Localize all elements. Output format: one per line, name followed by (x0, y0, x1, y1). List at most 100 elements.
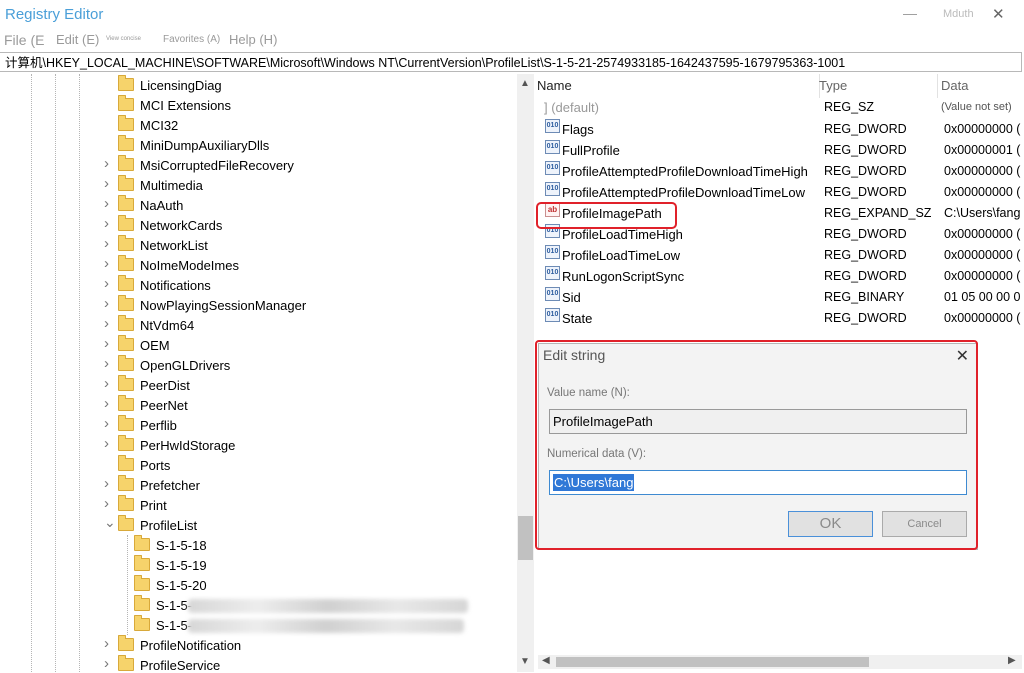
tree-item[interactable]: ProfileNotification (118, 635, 241, 656)
column-header-type[interactable]: Type (819, 74, 938, 98)
binary-value-icon: 010 (545, 119, 560, 133)
value-name: Sid (562, 290, 581, 305)
chevron-right-icon[interactable]: › (104, 295, 109, 312)
tree-item[interactable]: OpenGLDrivers (118, 355, 230, 376)
folder-icon (118, 175, 134, 191)
value-row[interactable]: 010 Sid REG_BINARY 01 05 00 00 0 (535, 287, 1024, 308)
tree-item[interactable]: ProfileService (118, 655, 220, 672)
tree-item[interactable]: Print (118, 495, 167, 516)
chevron-right-icon[interactable]: › (104, 235, 109, 252)
menu-file[interactable]: File (E (4, 32, 44, 48)
column-header-data[interactable]: Data (941, 74, 1024, 98)
close-window-button[interactable]: ✕ (992, 5, 1005, 23)
chevron-right-icon[interactable]: › (104, 435, 109, 452)
menu-view[interactable]: View concise (106, 36, 141, 42)
value-row[interactable]: ] (default) REG_SZ (Value not set) (535, 97, 1024, 118)
binary-value-icon: 010 (545, 266, 560, 280)
value-row[interactable]: 010 ProfileAttemptedProfileDownloadTimeLo… (535, 182, 1024, 203)
value-row[interactable]: 010 ProfileLoadTimeLow REG_DWORD 0x00000000… (535, 245, 1024, 266)
tree-item-label: Print (140, 498, 167, 513)
values-horizontal-scrollbar[interactable]: ◀ ▶ (538, 655, 1022, 669)
binary-value-icon: 010 (545, 182, 560, 196)
scrollbar-thumb[interactable] (556, 657, 869, 667)
scroll-up-icon[interactable]: ▲ (520, 78, 530, 89)
chevron-right-icon[interactable]: › (104, 415, 109, 432)
value-row[interactable]: 010 ProfileAttemptedProfileDownloadTimeHi… (535, 161, 1024, 182)
registry-tree[interactable]: LicensingDiag MCI Extensions MCI32 MiniDump… (0, 74, 518, 672)
tree-item-label: PeerDist (140, 378, 190, 393)
chevron-right-icon[interactable]: › (104, 255, 109, 272)
tree-item[interactable]: OEM (118, 335, 170, 356)
value-data: 0x00000000 ( (944, 164, 1021, 178)
tree-vertical-scrollbar[interactable]: ▲ ▼ (517, 74, 534, 672)
tree-item[interactable]: NtVdm64 (118, 315, 194, 336)
chevron-right-icon[interactable]: › (104, 655, 109, 672)
value-type: REG_DWORD (824, 122, 907, 136)
chevron-right-icon[interactable]: › (104, 155, 109, 172)
tree-item[interactable]: S-1-5-18 (134, 535, 207, 556)
redacted-sid (188, 619, 464, 633)
menu-edit[interactable]: Edit (E) (56, 32, 99, 47)
chevron-right-icon[interactable]: › (104, 395, 109, 412)
tree-item[interactable]: S-1-5- (134, 595, 193, 616)
value-type: REG_SZ (824, 100, 875, 114)
tree-item[interactable]: NoImeModeImes (118, 255, 239, 276)
tree-item[interactable]: PeerDist (118, 375, 190, 396)
tree-item[interactable]: LicensingDiag (118, 75, 222, 96)
minimize-button[interactable]: — (903, 5, 917, 21)
chevron-right-icon[interactable]: › (104, 475, 109, 492)
value-data: (Value not set) (941, 101, 1012, 113)
value-row[interactable]: 010 Flags REG_DWORD 0x00000000 ( (535, 119, 1024, 140)
tree-item[interactable]: Notifications (118, 275, 211, 296)
address-bar[interactable]: 计算机\HKEY_LOCAL_MACHINE\SOFTWARE\Microsof… (0, 52, 1022, 72)
tree-item-label: Multimedia (140, 178, 203, 193)
scroll-right-icon[interactable]: ▶ (1008, 655, 1016, 666)
tree-item[interactable]: NowPlayingSessionManager (118, 295, 306, 316)
tree-item-label: S-1-5-20 (156, 578, 207, 593)
tree-item[interactable]: MsiCorruptedFileRecovery (118, 155, 294, 176)
chevron-right-icon[interactable]: › (104, 175, 109, 192)
tree-item[interactable]: NaAuth (118, 195, 183, 216)
tree-item[interactable]: MiniDumpAuxiliaryDlls (118, 135, 269, 156)
tree-item[interactable]: ProfileList (118, 515, 197, 536)
chevron-right-icon[interactable]: › (104, 375, 109, 392)
chevron-right-icon[interactable]: › (104, 635, 109, 652)
tree-item[interactable]: Prefetcher (118, 475, 200, 496)
tree-item-label: OEM (140, 338, 170, 353)
chevron-right-icon[interactable]: › (104, 335, 109, 352)
tree-item-label: S-1-5- (156, 598, 193, 613)
tree-item[interactable]: MCI Extensions (118, 95, 231, 116)
tree-item[interactable]: MCI32 (118, 115, 178, 136)
tree-item[interactable]: Multimedia (118, 175, 203, 196)
tree-item[interactable]: PeerNet (118, 395, 188, 416)
tree-item[interactable]: S-1-5- (134, 615, 192, 636)
tree-item[interactable]: S-1-5-19 (134, 555, 207, 576)
value-name: FullProfile (562, 143, 620, 158)
tree-item[interactable]: S-1-5-20 (134, 575, 207, 596)
folder-icon (118, 115, 134, 131)
folder-icon (118, 635, 134, 651)
tree-item[interactable]: Perflib (118, 415, 177, 436)
chevron-down-icon[interactable]: ⌄ (104, 514, 116, 531)
tree-item[interactable]: Ports (118, 455, 170, 476)
chevron-right-icon[interactable]: › (104, 215, 109, 232)
column-header-name[interactable]: Name (535, 74, 820, 98)
chevron-right-icon[interactable]: › (104, 495, 109, 512)
menu-help[interactable]: Help (H) (229, 32, 277, 47)
tree-item[interactable]: NetworkList (118, 235, 208, 256)
tree-item[interactable]: PerHwIdStorage (118, 435, 235, 456)
value-row[interactable]: 010 RunLogonScriptSync REG_DWORD 0x00000000… (535, 266, 1024, 287)
value-name: ProfileLoadTimeLow (562, 248, 681, 263)
chevron-right-icon[interactable]: › (104, 195, 109, 212)
tree-item[interactable]: NetworkCards (118, 215, 222, 236)
scrollbar-thumb[interactable] (518, 516, 533, 560)
scroll-left-icon[interactable]: ◀ (542, 655, 550, 666)
chevron-right-icon[interactable]: › (104, 275, 109, 292)
chevron-right-icon[interactable]: › (104, 315, 109, 332)
menu-favorites[interactable]: Favorites (A) (163, 34, 220, 45)
value-row[interactable]: 010 State REG_DWORD 0x00000000 ( (535, 308, 1024, 329)
scroll-down-icon[interactable]: ▼ (520, 656, 530, 667)
value-row[interactable]: 010 FullProfile REG_DWORD 0x00000001 ( (535, 140, 1024, 161)
value-name: State (562, 311, 593, 326)
chevron-right-icon[interactable]: › (104, 355, 109, 372)
